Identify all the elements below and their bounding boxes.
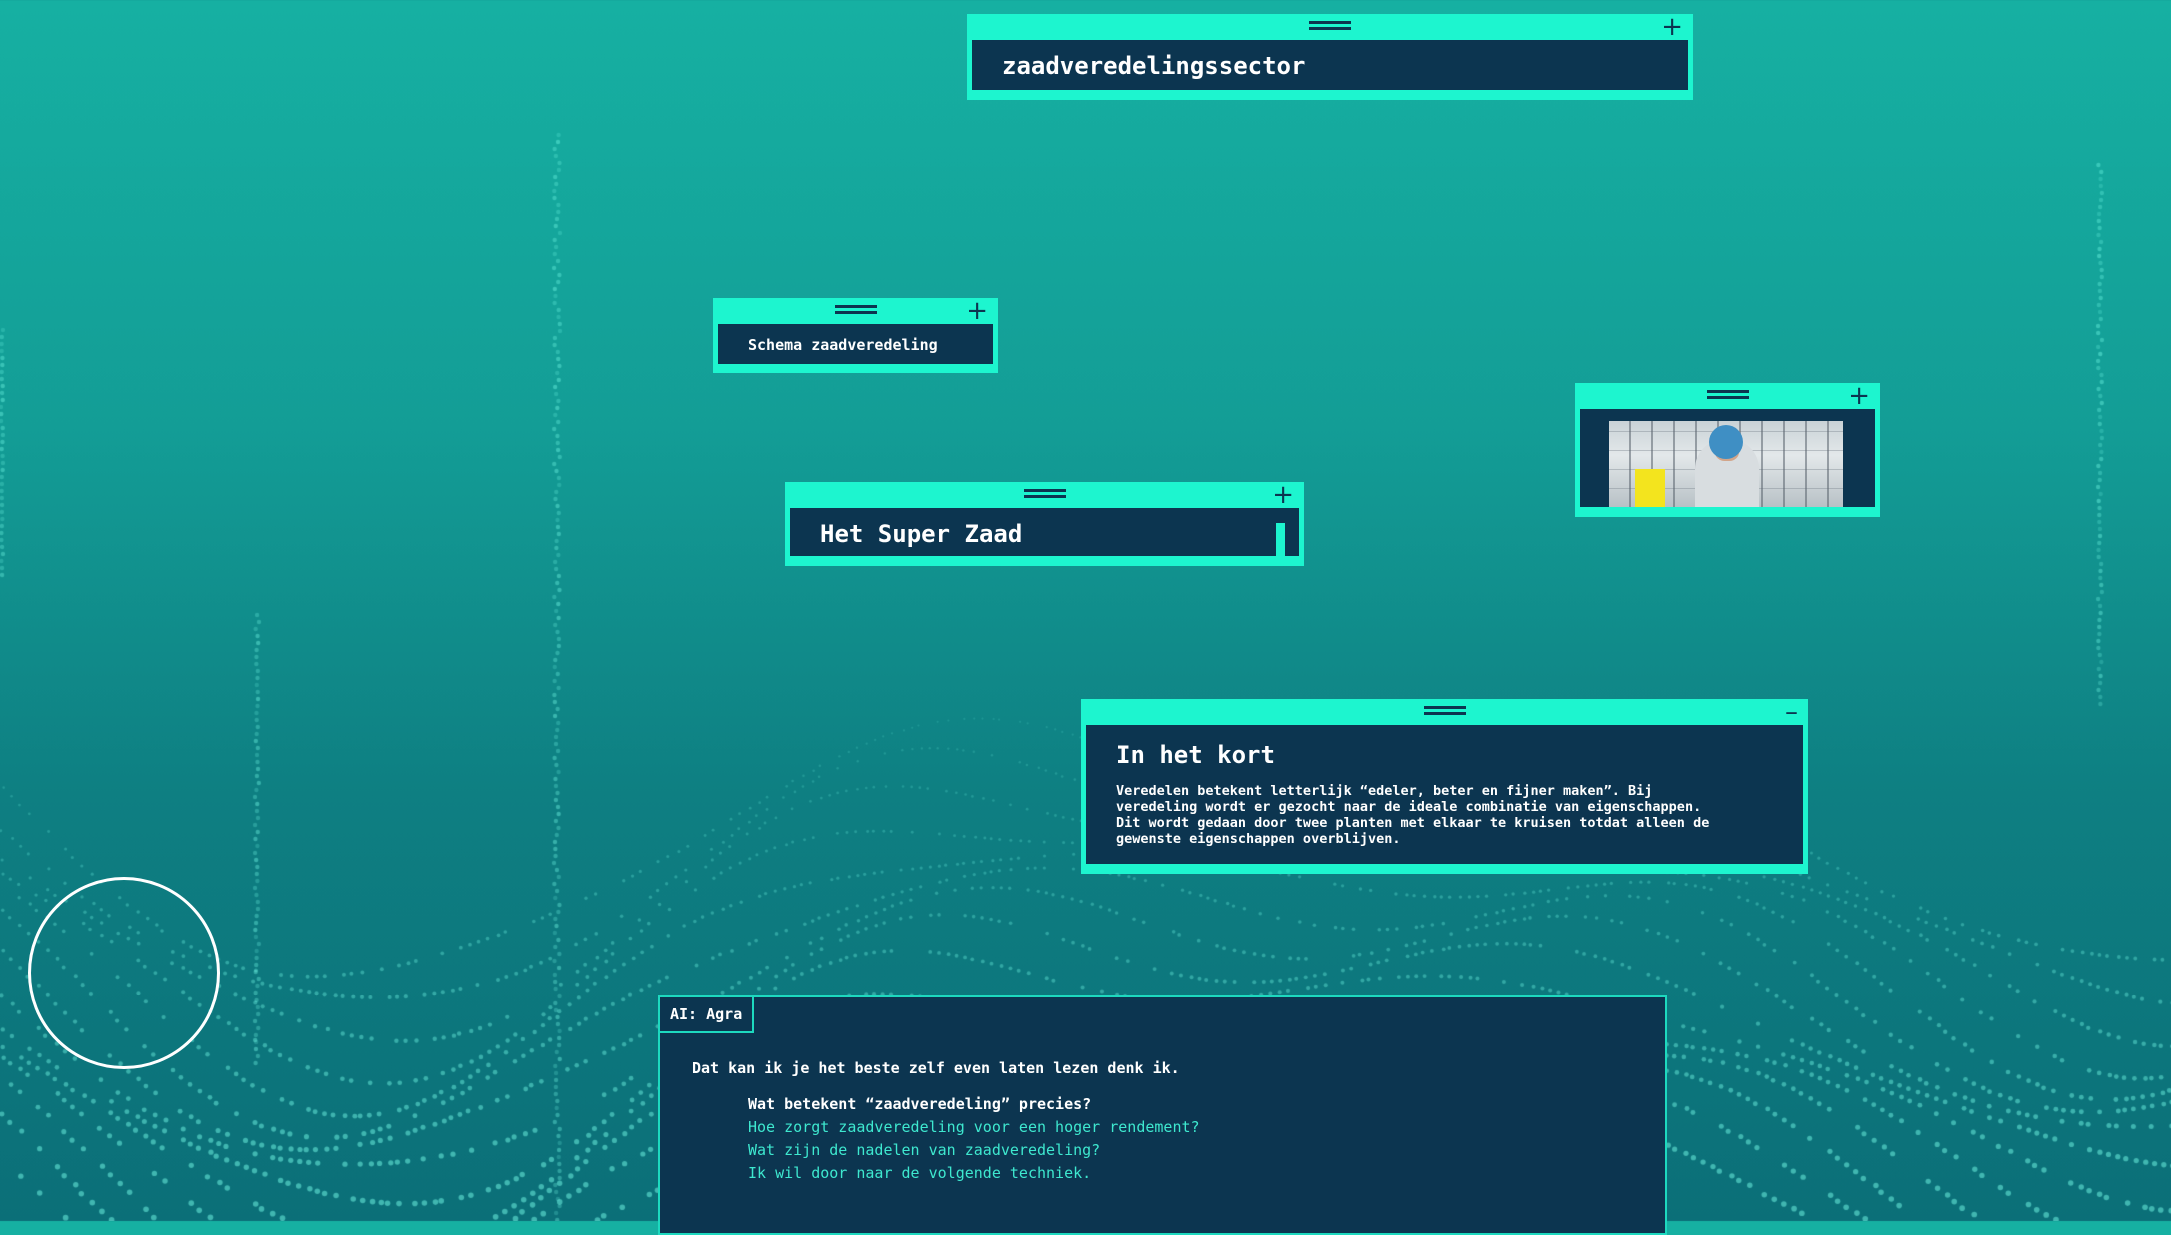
drag-handle-icon[interactable] [1023,489,1066,498]
panel-drag-bar[interactable]: + [713,298,998,324]
schema-label[interactable]: Schema zaadveredeling [718,324,993,364]
chat-option[interactable]: Hoe zorgt zaadveredeling voor een hoger … [748,1116,1200,1139]
plus-icon[interactable]: + [1272,482,1294,508]
super-zaad-label: Het Super Zaad [820,520,1023,548]
photo-panel[interactable]: + [1575,383,1880,517]
minus-icon[interactable]: – [1785,699,1798,725]
drag-handle-icon[interactable] [1706,390,1749,399]
panel-drag-bar[interactable]: + [967,14,1693,40]
chat-message: Dat kan ik je het beste zelf even laten … [692,1059,1180,1077]
summary-text: Veredelen betekent letterlijk “edeler, b… [1116,783,1710,847]
scan-ring-icon [28,877,220,1069]
chat-options: Wat betekent “zaadveredeling” precies? H… [748,1093,1200,1185]
panel-drag-bar[interactable]: + [1575,383,1880,409]
plus-icon[interactable]: + [1848,383,1870,409]
title-panel: + zaadveredelingssector [967,14,1693,100]
super-zaad-panel[interactable]: + Het Super Zaad [785,482,1304,566]
panel-drag-bar[interactable]: + [785,482,1304,508]
speaker-tag: AI: Agra [660,997,755,1033]
drag-handle-icon[interactable] [1423,706,1466,715]
drag-handle-icon[interactable] [1309,21,1351,30]
summary-heading: In het kort [1116,741,1275,769]
text-cursor-icon [1276,523,1285,559]
chat-option[interactable]: Ik wil door naar de volgende techniek. [748,1162,1200,1185]
chat-option[interactable]: Wat betekent “zaadveredeling” precies? [748,1093,1200,1116]
summary-panel: – In het kort Veredelen betekent letterl… [1081,699,1808,874]
drag-handle-icon[interactable] [834,305,877,314]
summary-body: In het kort Veredelen betekent letterlij… [1086,725,1803,864]
chat-dialog: AI: Agra Dat kan ik je het beste zelf ev… [658,995,1667,1235]
page-title: zaadveredelingssector [972,40,1688,90]
plus-icon[interactable]: + [966,298,988,324]
plus-icon[interactable]: + [1661,14,1683,40]
panel-drag-bar[interactable]: – [1081,699,1808,725]
chat-option[interactable]: Wat zijn de nadelen van zaadveredeling? [748,1139,1200,1162]
photo-body [1580,409,1875,507]
super-zaad-title: Het Super Zaad [790,508,1299,559]
greenhouse-worker-photo[interactable] [1609,421,1843,507]
schema-panel[interactable]: + Schema zaadveredeling [713,298,998,373]
